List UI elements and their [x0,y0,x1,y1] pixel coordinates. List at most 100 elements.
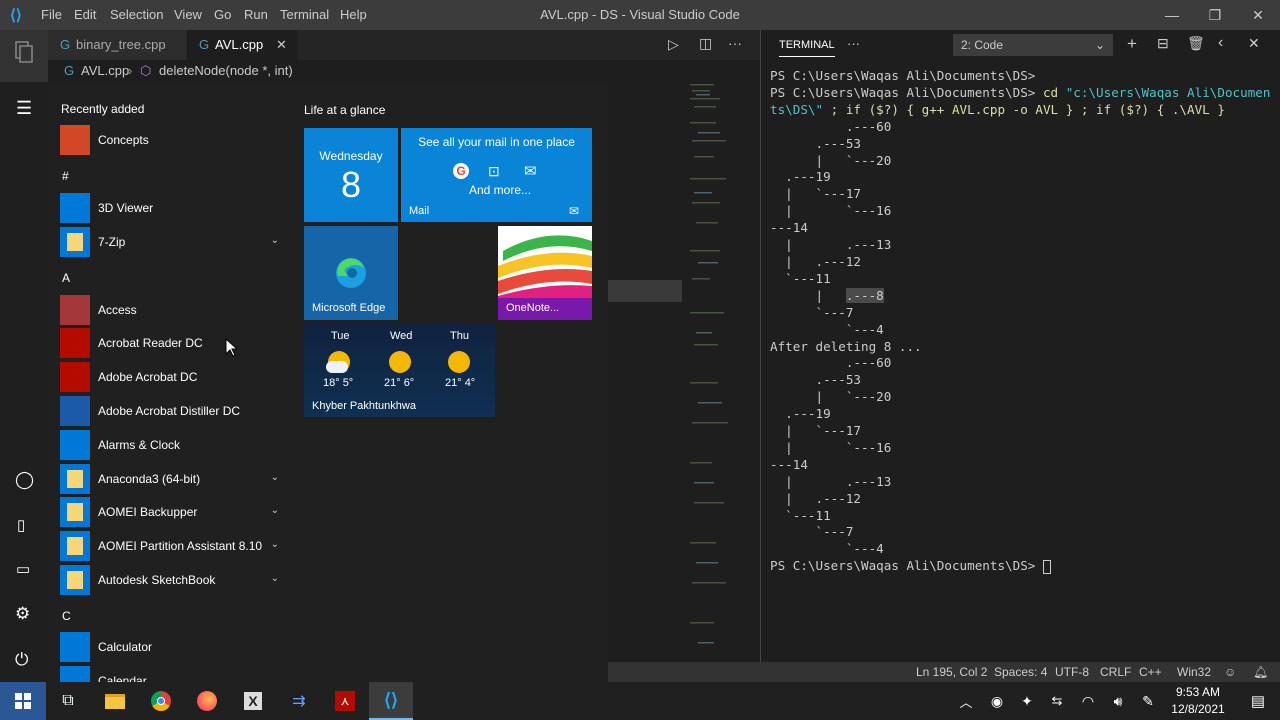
close-tab-icon[interactable]: ✕ [276,30,287,60]
app-concepts[interactable]: Concepts [60,125,285,157]
chevron-down-icon[interactable]: ⌄ [271,472,279,483]
tab-terminal[interactable]: TERMINAL [779,39,835,57]
folder-icon [60,565,90,595]
app-acrobat-distiller[interactable]: Adobe Acrobat Distiller DC [60,396,285,428]
weather-tile[interactable]: Tue Wed Thu 18° 5° 21° 6° 21° 4° Khyber … [304,324,495,417]
folder-icon [60,497,90,527]
mail-heading: See all your mail in one place [418,135,575,149]
terminal-line: | `---20 [770,389,892,405]
chevron-left-icon[interactable]: ‹ [1218,34,1223,52]
encoding[interactable]: UTF-8 [1055,665,1089,679]
letter-header-c[interactable]: C [62,609,71,623]
close-window-icon[interactable]: ✕ [1247,4,1269,26]
explorer-icon[interactable] [12,40,36,64]
platform[interactable]: Win32 [1177,665,1211,679]
cpp-file-icon: G [199,37,210,52]
app-3d-viewer[interactable]: 3D Viewer [60,193,285,225]
chevron-down-icon[interactable]: ⌄ [271,505,279,516]
panel-more-icon[interactable]: ··· [847,36,860,51]
terminal-line: | `---17 [770,186,861,202]
pictures-icon[interactable]: ▭ [16,560,30,578]
terminal-line: `---11 [770,270,831,286]
record-icon[interactable]: ◉ [987,682,1007,720]
network-devices-icon[interactable]: ⇆ [1043,682,1071,720]
minimap[interactable] [686,82,746,662]
letter-header-a[interactable]: A [62,271,70,285]
app-aomei-backupper[interactable]: AOMEI Backupper ⌄ [60,497,285,529]
terminal-select[interactable]: 2: Code ⌄ [953,34,1113,56]
tab-binary-tree[interactable]: G binary_tree.cpp [48,30,186,60]
documents-icon[interactable]: ▯ [17,516,25,534]
acrobat-icon [60,362,90,392]
close-panel-icon[interactable]: ✕ [1248,35,1260,52]
new-terminal-icon[interactable]: + [1127,34,1137,54]
settings-gear-icon[interactable]: ⚙ [15,604,30,624]
cube-icon [60,193,90,223]
start-button[interactable] [0,682,46,720]
terminal-line: `---4 [770,541,884,557]
app-label: AOMEI Partition Assistant 8.10 [98,539,263,553]
hamburger-icon[interactable]: ☰ [16,98,32,119]
folder-icon [60,464,90,494]
app-autodesk-sketchbook[interactable]: Autodesk SketchBook ⌄ [60,565,285,597]
app-anaconda[interactable]: Anaconda3 (64-bit) ⌄ [60,464,285,496]
clock-date[interactable]: 12/8/2021 [1162,702,1234,716]
chevron-up-icon[interactable]: ︿ [945,682,987,720]
letter-header-hash[interactable]: # [62,169,69,183]
trash-icon[interactable]: 🗑 [1187,35,1205,52]
terminal-cursor [1042,559,1051,574]
chevron-down-icon[interactable]: ⌄ [271,235,279,246]
feedback-icon[interactable]: ☺ [1224,665,1236,679]
terminal-output[interactable]: PS C:\Users\Waqas Ali\Documents\DS> PS C:… [770,68,1275,575]
breadcrumb-symbol[interactable]: deleteNode(node *, int) [159,60,293,82]
terminal-line: ts\DS\" ; if ($?) { g++ AVL.cpp -o AVL }… [770,101,1225,117]
access-icon [60,295,90,325]
wifi-icon[interactable]: ◠ [1074,682,1102,720]
line-ending[interactable]: CRLF [1100,665,1131,679]
mail-tile[interactable]: See all your mail in one place G ⊡ ✉ And… [401,128,592,222]
more-actions-icon[interactable]: ··· [728,35,742,51]
chevron-down-icon[interactable]: ⌄ [271,573,279,584]
task-view-icon[interactable]: ⧉ [46,682,90,720]
terminal-line: `---4 [770,321,884,337]
bell-icon[interactable]: 🔔︎ [1253,665,1268,679]
app-acrobat-reader[interactable]: Acrobat Reader DC [60,328,285,360]
mail-envelope-icon: ✉ [524,163,537,180]
run-icon[interactable]: ▷ [668,36,679,53]
visual-studio-icon[interactable]: ⇉ [277,682,321,720]
acrobat-taskbar-icon[interactable]: ⋏ [323,682,367,720]
app-aomei-partition[interactable]: AOMEI Partition Assistant 8.10 ⌄ [60,531,285,563]
tab-avl[interactable]: G AVL.cpp ✕ [187,30,297,60]
onenote-tile[interactable]: OneNote... [498,226,592,320]
user-icon[interactable]: ◯ [15,470,34,490]
app-calendar[interactable]: Calendar [60,666,285,682]
chevron-down-icon[interactable]: ⌄ [271,539,279,550]
app-calculator[interactable]: Calculator [60,632,285,664]
cursor-position[interactable]: Ln 195, Col 2 [916,665,987,679]
minimize-icon[interactable]: — [1161,4,1183,26]
app-access[interactable]: Access [60,295,285,327]
vscode-taskbar-icon[interactable]: ⟨⟩ [369,682,413,720]
firefox-icon[interactable] [185,682,229,720]
app-adobe-acrobat[interactable]: Adobe Acrobat DC [60,362,285,394]
split-terminal-icon[interactable]: ⊟ [1157,35,1169,52]
volume-icon[interactable]: 🔊︎ [1104,682,1132,720]
maximize-icon[interactable]: ❐ [1204,4,1226,26]
app-alarms-clock[interactable]: Alarms & Clock [60,430,285,462]
app-7zip[interactable]: 7-Zip ⌄ [60,227,285,259]
split-editor-icon[interactable]: ◫ [699,35,712,52]
file-explorer-icon[interactable] [93,682,137,720]
power-icon[interactable]: ⏻ [15,650,28,670]
terminal-line: PS C:\Users\Waqas Ali\Documents\DS> cd "… [770,84,1271,100]
calendar-tile[interactable]: Wednesday 8 [304,128,398,222]
dropbox-icon[interactable]: ✦ [1013,682,1041,720]
language-mode[interactable]: C++ [1139,665,1162,679]
indentation[interactable]: Spaces: 4 [994,665,1047,679]
breadcrumb-file[interactable]: AVL.cpp [81,60,129,82]
clock-time[interactable]: 9:53 AM [1162,685,1234,699]
edge-tile[interactable]: Microsoft Edge [304,226,398,320]
excel-x-icon[interactable]: X [231,682,275,720]
notifications-icon[interactable]: ▤ [1236,682,1280,720]
pen-icon[interactable]: ✎ [1134,682,1162,720]
chrome-icon[interactable] [139,682,183,720]
